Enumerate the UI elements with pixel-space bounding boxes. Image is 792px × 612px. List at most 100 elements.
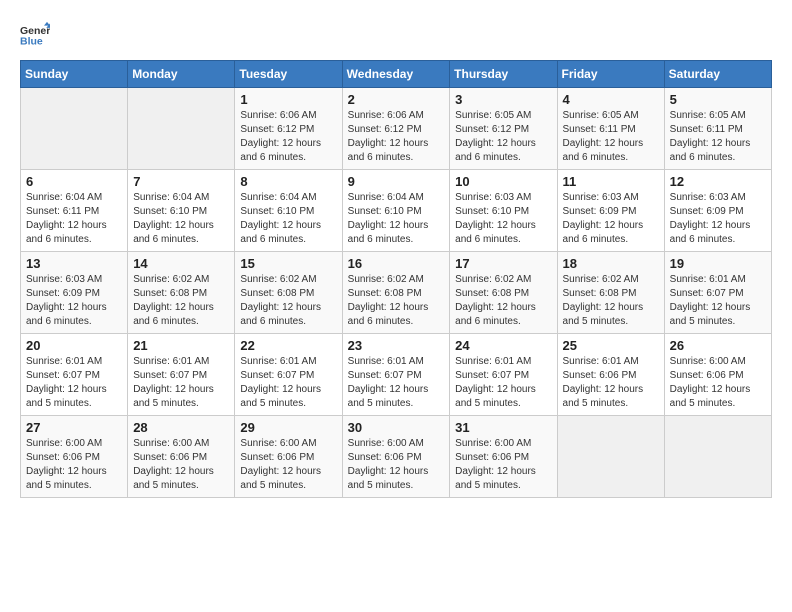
day-info: Sunrise: 6:02 AM Sunset: 6:08 PM Dayligh… [563, 273, 659, 329]
day-number: 8 [240, 174, 336, 189]
calendar-cell: 4 Sunrise: 6:05 AM Sunset: 6:11 PM Daylig… [557, 88, 664, 170]
day-info: Sunrise: 6:03 AM Sunset: 6:09 PM Dayligh… [670, 191, 766, 247]
calendar-cell: 1 Sunrise: 6:06 AM Sunset: 6:12 PM Daylig… [235, 88, 342, 170]
calendar-cell: 6 Sunrise: 6:04 AM Sunset: 6:11 PM Daylig… [21, 170, 128, 252]
day-of-week-header: Thursday [450, 61, 557, 88]
day-info: Sunrise: 6:06 AM Sunset: 6:12 PM Dayligh… [348, 109, 445, 165]
day-of-week-header: Sunday [21, 61, 128, 88]
day-info: Sunrise: 6:03 AM Sunset: 6:09 PM Dayligh… [563, 191, 659, 247]
day-number: 22 [240, 338, 336, 353]
day-info: Sunrise: 6:05 AM Sunset: 6:12 PM Dayligh… [455, 109, 551, 165]
header: General Blue [20, 20, 772, 50]
calendar-cell: 8 Sunrise: 6:04 AM Sunset: 6:10 PM Daylig… [235, 170, 342, 252]
calendar-cell: 2 Sunrise: 6:06 AM Sunset: 6:12 PM Daylig… [342, 88, 450, 170]
logo: General Blue [20, 20, 50, 50]
day-of-week-header: Friday [557, 61, 664, 88]
day-info: Sunrise: 6:02 AM Sunset: 6:08 PM Dayligh… [240, 273, 336, 329]
calendar-header-row: SundayMondayTuesdayWednesdayThursdayFrid… [21, 61, 772, 88]
calendar-cell: 7 Sunrise: 6:04 AM Sunset: 6:10 PM Daylig… [128, 170, 235, 252]
day-number: 4 [563, 92, 659, 107]
logo-icon: General Blue [20, 20, 50, 50]
day-number: 30 [348, 420, 445, 435]
calendar-cell [128, 88, 235, 170]
calendar-cell: 5Sunrise: 6:05 AM Sunset: 6:11 PM Daylig… [664, 88, 771, 170]
calendar-cell: 24Sunrise: 6:01 AM Sunset: 6:07 PM Dayli… [450, 334, 557, 416]
day-info: Sunrise: 6:04 AM Sunset: 6:10 PM Dayligh… [240, 191, 336, 247]
day-number: 31 [455, 420, 551, 435]
day-info: Sunrise: 6:00 AM Sunset: 6:06 PM Dayligh… [26, 437, 122, 493]
calendar-cell: 23Sunrise: 6:01 AM Sunset: 6:07 PM Dayli… [342, 334, 450, 416]
day-of-week-header: Monday [128, 61, 235, 88]
day-info: Sunrise: 6:01 AM Sunset: 6:07 PM Dayligh… [133, 355, 229, 411]
calendar-cell [21, 88, 128, 170]
day-number: 21 [133, 338, 229, 353]
day-number: 27 [26, 420, 122, 435]
calendar-week-row: 6 Sunrise: 6:04 AM Sunset: 6:11 PM Daylig… [21, 170, 772, 252]
calendar-cell [557, 416, 664, 498]
day-number: 20 [26, 338, 122, 353]
day-number: 5 [670, 92, 766, 107]
calendar-cell: 31Sunrise: 6:00 AM Sunset: 6:06 PM Dayli… [450, 416, 557, 498]
day-info: Sunrise: 6:00 AM Sunset: 6:06 PM Dayligh… [670, 355, 766, 411]
calendar-cell: 11 Sunrise: 6:03 AM Sunset: 6:09 PM Dayli… [557, 170, 664, 252]
calendar-cell: 19 Sunrise: 6:01 AM Sunset: 6:07 PM Dayli… [664, 252, 771, 334]
calendar-cell: 26 Sunrise: 6:00 AM Sunset: 6:06 PM Dayli… [664, 334, 771, 416]
day-number: 3 [455, 92, 551, 107]
day-info: Sunrise: 6:04 AM Sunset: 6:10 PM Dayligh… [133, 191, 229, 247]
calendar-cell: 29Sunrise: 6:00 AM Sunset: 6:06 PM Dayli… [235, 416, 342, 498]
day-info: Sunrise: 6:02 AM Sunset: 6:08 PM Dayligh… [348, 273, 445, 329]
day-info: Sunrise: 6:00 AM Sunset: 6:06 PM Dayligh… [133, 437, 229, 493]
day-number: 14 [133, 256, 229, 271]
day-number: 19 [670, 256, 766, 271]
calendar-cell: 9 Sunrise: 6:04 AM Sunset: 6:10 PM Daylig… [342, 170, 450, 252]
day-number: 15 [240, 256, 336, 271]
calendar-cell: 20Sunrise: 6:01 AM Sunset: 6:07 PM Dayli… [21, 334, 128, 416]
day-info: Sunrise: 6:02 AM Sunset: 6:08 PM Dayligh… [455, 273, 551, 329]
day-number: 7 [133, 174, 229, 189]
page-container: General Blue SundayMondayTuesdayWednesda… [20, 20, 772, 498]
calendar-cell: 13Sunrise: 6:03 AM Sunset: 6:09 PM Dayli… [21, 252, 128, 334]
day-info: Sunrise: 6:05 AM Sunset: 6:11 PM Dayligh… [563, 109, 659, 165]
calendar-cell: 28 Sunrise: 6:00 AM Sunset: 6:06 PM Dayli… [128, 416, 235, 498]
day-info: Sunrise: 6:01 AM Sunset: 6:06 PM Dayligh… [563, 355, 659, 411]
day-number: 2 [348, 92, 445, 107]
day-number: 17 [455, 256, 551, 271]
calendar-week-row: 27 Sunrise: 6:00 AM Sunset: 6:06 PM Dayli… [21, 416, 772, 498]
day-info: Sunrise: 6:01 AM Sunset: 6:07 PM Dayligh… [670, 273, 766, 329]
day-info: Sunrise: 6:04 AM Sunset: 6:10 PM Dayligh… [348, 191, 445, 247]
calendar-week-row: 1 Sunrise: 6:06 AM Sunset: 6:12 PM Daylig… [21, 88, 772, 170]
day-number: 10 [455, 174, 551, 189]
day-number: 1 [240, 92, 336, 107]
calendar-cell: 30Sunrise: 6:00 AM Sunset: 6:06 PM Dayli… [342, 416, 450, 498]
day-info: Sunrise: 6:06 AM Sunset: 6:12 PM Dayligh… [240, 109, 336, 165]
calendar-cell: 25 Sunrise: 6:01 AM Sunset: 6:06 PM Dayli… [557, 334, 664, 416]
calendar-cell: 14Sunrise: 6:02 AM Sunset: 6:08 PM Dayli… [128, 252, 235, 334]
day-info: Sunrise: 6:01 AM Sunset: 6:07 PM Dayligh… [455, 355, 551, 411]
day-number: 9 [348, 174, 445, 189]
day-number: 18 [563, 256, 659, 271]
calendar-cell [664, 416, 771, 498]
calendar-week-row: 20 Sunrise: 6:01 AM Sunset: 6:07 PM Dayli… [21, 334, 772, 416]
calendar-cell: 22Sunrise: 6:01 AM Sunset: 6:07 PM Dayli… [235, 334, 342, 416]
day-info: Sunrise: 6:03 AM Sunset: 6:09 PM Dayligh… [26, 273, 122, 329]
day-info: Sunrise: 6:04 AM Sunset: 6:11 PM Dayligh… [26, 191, 122, 247]
calendar-cell: 3 Sunrise: 6:05 AM Sunset: 6:12 PM Daylig… [450, 88, 557, 170]
calendar-cell: 12Sunrise: 6:03 AM Sunset: 6:09 PM Dayli… [664, 170, 771, 252]
calendar-cell: 27 Sunrise: 6:00 AM Sunset: 6:06 PM Dayli… [21, 416, 128, 498]
calendar-cell: 17 Sunrise: 6:02 AM Sunset: 6:08 PM Dayli… [450, 252, 557, 334]
calendar-cell: 21 Sunrise: 6:01 AM Sunset: 6:07 PM Dayli… [128, 334, 235, 416]
day-info: Sunrise: 6:00 AM Sunset: 6:06 PM Dayligh… [240, 437, 336, 493]
day-of-week-header: Wednesday [342, 61, 450, 88]
calendar-cell: 15 Sunrise: 6:02 AM Sunset: 6:08 PM Dayli… [235, 252, 342, 334]
calendar-cell: 18 Sunrise: 6:02 AM Sunset: 6:08 PM Dayli… [557, 252, 664, 334]
svg-text:Blue: Blue [20, 35, 43, 47]
day-number: 6 [26, 174, 122, 189]
day-number: 26 [670, 338, 766, 353]
day-number: 25 [563, 338, 659, 353]
day-info: Sunrise: 6:03 AM Sunset: 6:10 PM Dayligh… [455, 191, 551, 247]
calendar-table: SundayMondayTuesdayWednesdayThursdayFrid… [20, 60, 772, 498]
day-number: 11 [563, 174, 659, 189]
calendar-week-row: 13Sunrise: 6:03 AM Sunset: 6:09 PM Dayli… [21, 252, 772, 334]
day-number: 28 [133, 420, 229, 435]
day-of-week-header: Tuesday [235, 61, 342, 88]
